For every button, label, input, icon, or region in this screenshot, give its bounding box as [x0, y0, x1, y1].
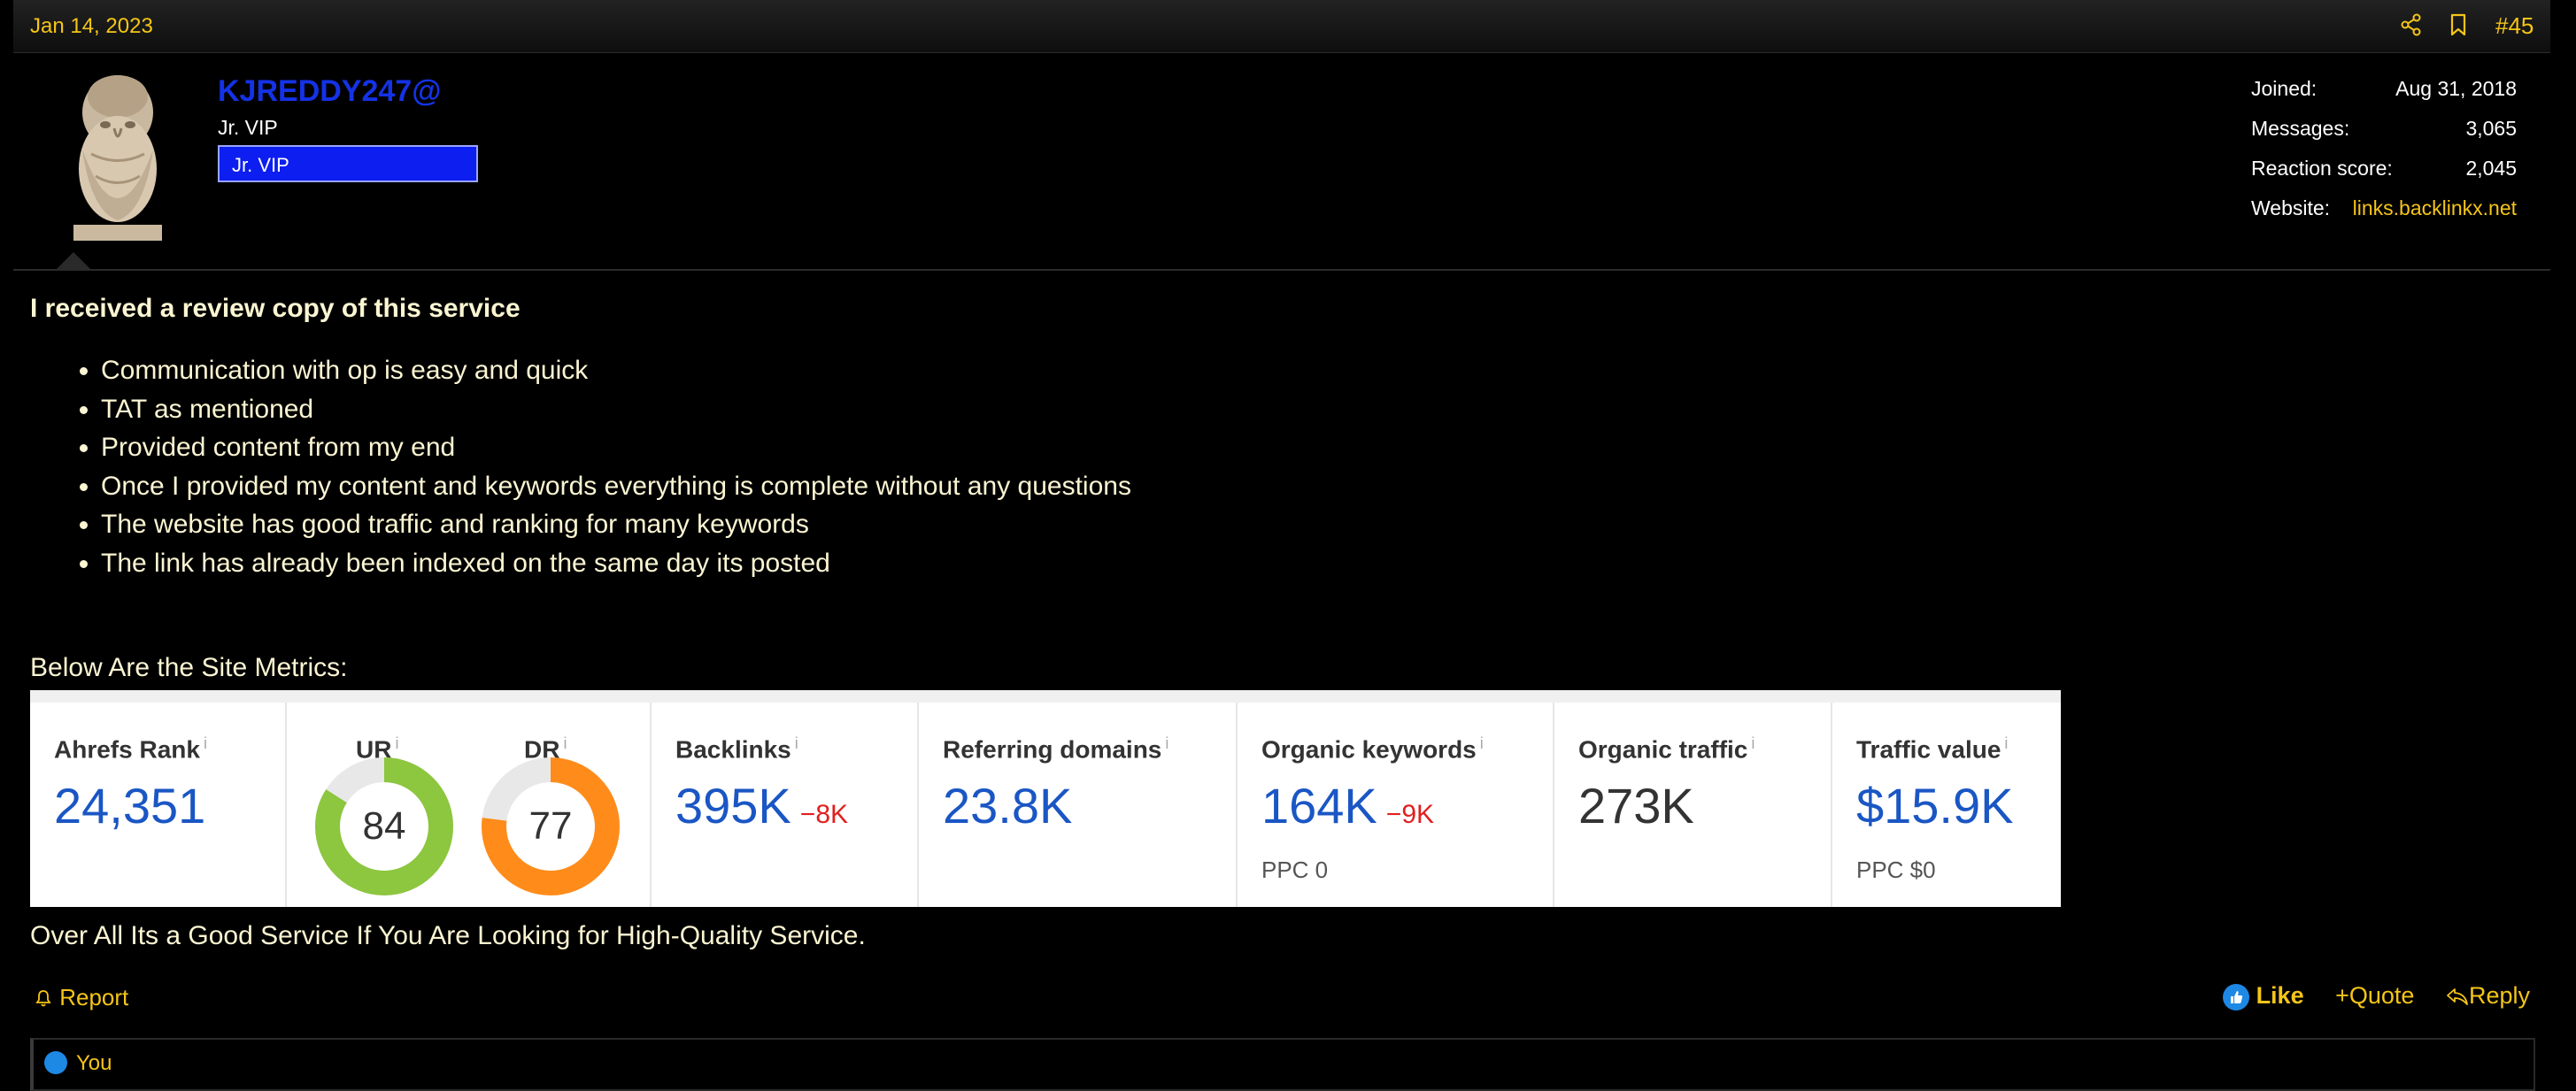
- divider: [13, 269, 2550, 271]
- metric-title-text: Referring domains: [943, 735, 1162, 764]
- review-summary: Over All Its a Good Service If You Are L…: [30, 921, 866, 950]
- metric-title-text: Traffic value: [1856, 735, 2001, 764]
- ur-gauge: 84: [315, 757, 453, 895]
- report-label: Report: [59, 984, 129, 1010]
- metric-title-text: Organic keywords: [1261, 735, 1477, 764]
- info-icon: i: [1479, 734, 1484, 752]
- like-label: Like: [2256, 982, 2304, 1009]
- info-icon: i: [2004, 734, 2009, 752]
- list-item: Communication with op is easy and quick: [101, 351, 1131, 390]
- share-icon[interactable]: [2397, 11, 2426, 39]
- metric-value: 23.8K: [943, 778, 1073, 834]
- review-bullet-list: Communication with op is easy and quick …: [71, 351, 1131, 582]
- metric-title: Referring domains i: [943, 734, 1168, 764]
- bookmark-icon[interactable]: [2444, 11, 2472, 39]
- user-title: Jr. VIP: [218, 116, 278, 139]
- list-item: Once I provided my content and keywords …: [101, 467, 1131, 506]
- metric-delta: −9K: [1385, 800, 1435, 829]
- dr-value: 77: [529, 804, 573, 848]
- metric-ahrefs-rank: Ahrefs Rank i 24,351: [30, 703, 287, 907]
- stat-reaction-score: Reaction score: 2,045: [2251, 157, 2517, 196]
- info-icon: i: [1751, 734, 1755, 752]
- metric-title: Backlinks i: [675, 734, 798, 764]
- metric-value-text: 164K: [1261, 778, 1377, 834]
- stat-label: Messages:: [2251, 117, 2350, 140]
- info-icon: i: [563, 734, 567, 752]
- user-avatar[interactable]: [56, 70, 178, 241]
- metric-organic-traffic: Organic traffic i 273K: [1554, 703, 1832, 907]
- reply-label: Reply: [2468, 982, 2530, 1009]
- like-button[interactable]: Like: [2222, 982, 2311, 1010]
- metrics-label: Below Are the Site Metrics:: [30, 653, 348, 682]
- thumbs-up-icon: [2222, 983, 2249, 1010]
- username-link[interactable]: KJREDDY247@: [218, 74, 441, 109]
- metric-value: 24,351: [54, 778, 206, 834]
- user-stats: Joined: Aug 31, 2018 Messages: 3,065 Rea…: [2251, 77, 2517, 236]
- info-icon: i: [395, 734, 399, 752]
- like-reaction-icon: [44, 1051, 67, 1074]
- post-actions: Like +Quote Reply: [2198, 982, 2530, 1010]
- stat-value: Aug 31, 2018: [2395, 77, 2517, 100]
- metric-organic-keywords: Organic keywords i 164K −9K PPC 0: [1238, 703, 1554, 907]
- review-heading: I received a review copy of this service: [30, 294, 521, 323]
- list-item: The link has already been indexed on the…: [101, 544, 1131, 583]
- list-item: Provided content from my end: [101, 428, 1131, 467]
- quote-label: Quote: [2348, 982, 2415, 1009]
- metric-title: Organic traffic i: [1578, 734, 1755, 764]
- info-icon: i: [1165, 734, 1169, 752]
- metric-title-text: Backlinks: [675, 735, 791, 764]
- metric-value: $15.9K: [1856, 778, 2014, 834]
- stat-label: Joined:: [2251, 77, 2318, 100]
- bell-icon: [35, 990, 51, 1007]
- reactions-list-link[interactable]: You: [76, 1051, 112, 1076]
- metric-ur-dr: UR i 84 DR i 77: [287, 703, 652, 907]
- metric-sub: PPC 0: [1261, 857, 1329, 883]
- reply-icon: [2447, 988, 2468, 1005]
- metric-value: 395K −8K: [675, 777, 848, 834]
- dr-gauge: 77: [482, 757, 620, 895]
- website-link[interactable]: links.backlinkx.net: [2353, 196, 2517, 220]
- metric-title-text: Organic traffic: [1578, 735, 1748, 764]
- metric-delta: −8K: [799, 800, 849, 829]
- report-button[interactable]: Report: [34, 984, 128, 1011]
- avatar-pointer: [57, 252, 90, 269]
- reply-button[interactable]: Reply: [2446, 982, 2530, 1009]
- metric-title-text: Ahrefs Rank: [54, 735, 200, 764]
- metric-value: 164K −9K: [1261, 777, 1434, 834]
- metric-title: Ahrefs Rank i: [54, 734, 207, 764]
- metric-referring-domains: Referring domains i 23.8K: [919, 703, 1238, 907]
- list-item: TAT as mentioned: [101, 390, 1131, 429]
- reactions-bar: [30, 1038, 2535, 1091]
- post-number-link[interactable]: #45: [2495, 12, 2534, 40]
- metric-backlinks: Backlinks i 395K −8K: [652, 703, 919, 907]
- metric-title: Organic keywords i: [1261, 734, 1484, 764]
- metric-value-text: 395K: [675, 778, 791, 834]
- stat-website: Website: links.backlinkx.net: [2251, 196, 2517, 236]
- stat-value: 3,065: [2465, 117, 2517, 140]
- ur-value: 84: [363, 804, 406, 848]
- list-item: The website has good traffic and ranking…: [101, 505, 1131, 544]
- info-icon: i: [794, 734, 798, 752]
- post-date[interactable]: Jan 14, 2023: [30, 14, 153, 39]
- user-banner: Jr. VIP: [218, 145, 478, 182]
- stat-messages: Messages: 3,065: [2251, 117, 2517, 157]
- quote-button[interactable]: +Quote: [2335, 982, 2414, 1009]
- plus-icon: +: [2335, 982, 2349, 1009]
- metric-value: 273K: [1578, 778, 1694, 834]
- metric-title: Traffic value i: [1856, 734, 2008, 764]
- site-metrics-panel[interactable]: Ahrefs Rank i 24,351 UR i 84 DR i 77 Backli…: [30, 690, 2061, 907]
- post-header-bar: Jan 14, 2023 #45: [13, 0, 2550, 53]
- stat-label: Reaction score:: [2251, 157, 2393, 180]
- stat-value: 2,045: [2465, 157, 2517, 180]
- stat-joined: Joined: Aug 31, 2018: [2251, 77, 2517, 117]
- info-icon: i: [203, 734, 207, 752]
- metric-traffic-value: Traffic value i $15.9K PPC $0: [1832, 703, 2061, 907]
- metric-sub: PPC $0: [1856, 857, 1936, 883]
- stat-label: Website:: [2251, 196, 2331, 219]
